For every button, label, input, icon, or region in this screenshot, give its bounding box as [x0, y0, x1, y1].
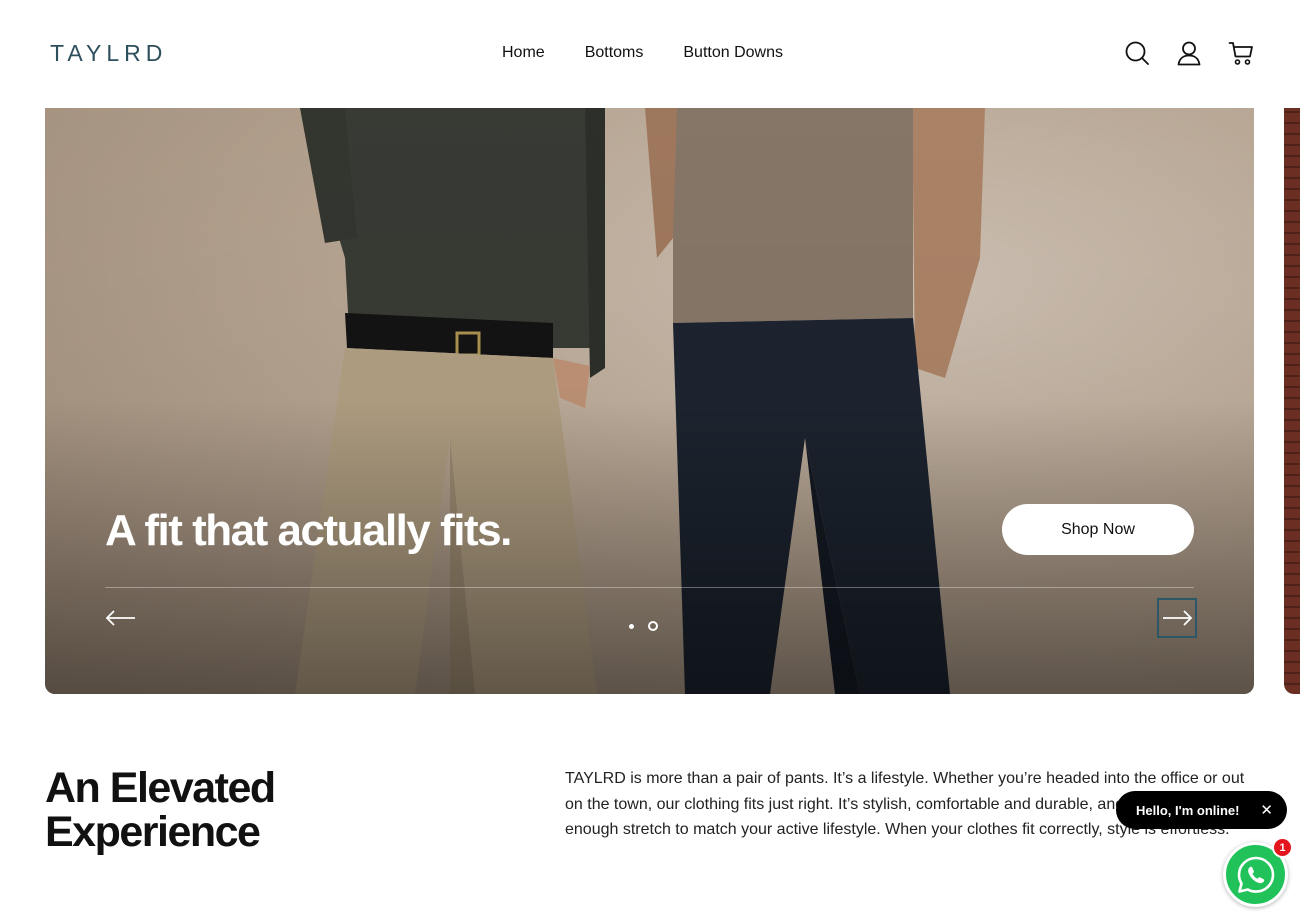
chat-greeting-text: Hello, I'm online!: [1136, 802, 1240, 818]
logo[interactable]: TAYLRD: [50, 40, 167, 67]
hero-title: A fit that actually fits.: [105, 506, 512, 555]
next-slide-button[interactable]: [1157, 598, 1197, 638]
header-icons: [1124, 40, 1254, 66]
slide-dots: [629, 621, 658, 631]
hero-divider: [105, 587, 1194, 588]
notification-badge: 1: [1272, 837, 1293, 858]
section-title-line-1: An Elevated: [45, 764, 276, 812]
section-title: An Elevated Experience: [45, 766, 445, 854]
slide-dot-2[interactable]: [648, 621, 658, 631]
chat-greeting-bubble[interactable]: Hello, I'm online! ✕: [1116, 791, 1287, 829]
nav-button-downs[interactable]: Button Downs: [683, 44, 783, 62]
hero-slider: A fit that actually fits. Shop Now: [45, 108, 1254, 694]
main-nav: Home Bottoms Button Downs: [502, 44, 783, 62]
prev-slide-button[interactable]: [101, 598, 141, 638]
nav-bottoms[interactable]: Bottoms: [585, 44, 644, 62]
slide-dot-1[interactable]: [629, 623, 634, 629]
whatsapp-icon: [1237, 856, 1274, 893]
nav-home[interactable]: Home: [502, 44, 545, 62]
hero-overlay: [45, 108, 1254, 694]
arrow-right-icon: [1163, 610, 1193, 626]
search-icon[interactable]: [1124, 40, 1150, 66]
section-title-line-2: Experience: [45, 808, 261, 856]
next-slide-preview[interactable]: [1284, 108, 1300, 694]
arrow-left-icon: [105, 610, 135, 626]
cart-icon[interactable]: [1228, 40, 1254, 66]
shop-now-button[interactable]: Shop Now: [1002, 504, 1194, 555]
site-header: TAYLRD Home Bottoms Button Downs: [0, 0, 1300, 108]
close-icon[interactable]: ✕: [1260, 801, 1273, 819]
account-icon[interactable]: [1176, 40, 1202, 66]
